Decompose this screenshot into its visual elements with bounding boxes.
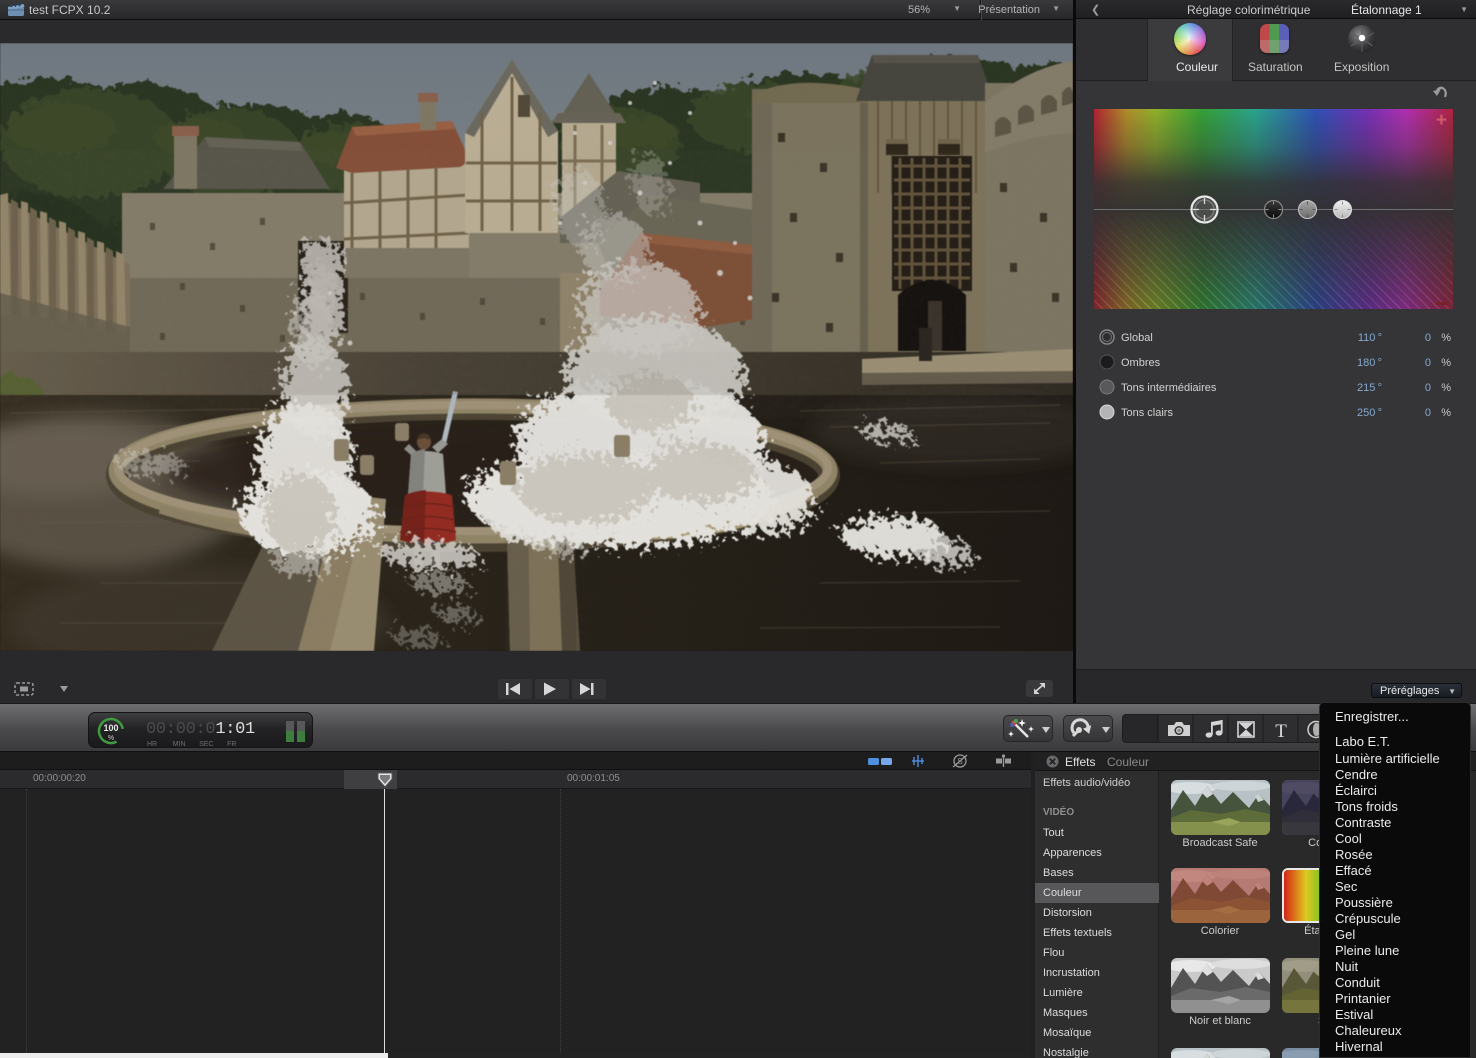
svg-text:T: T: [1275, 721, 1287, 742]
svg-text:%: %: [108, 735, 114, 742]
svg-text:100: 100: [103, 723, 118, 733]
